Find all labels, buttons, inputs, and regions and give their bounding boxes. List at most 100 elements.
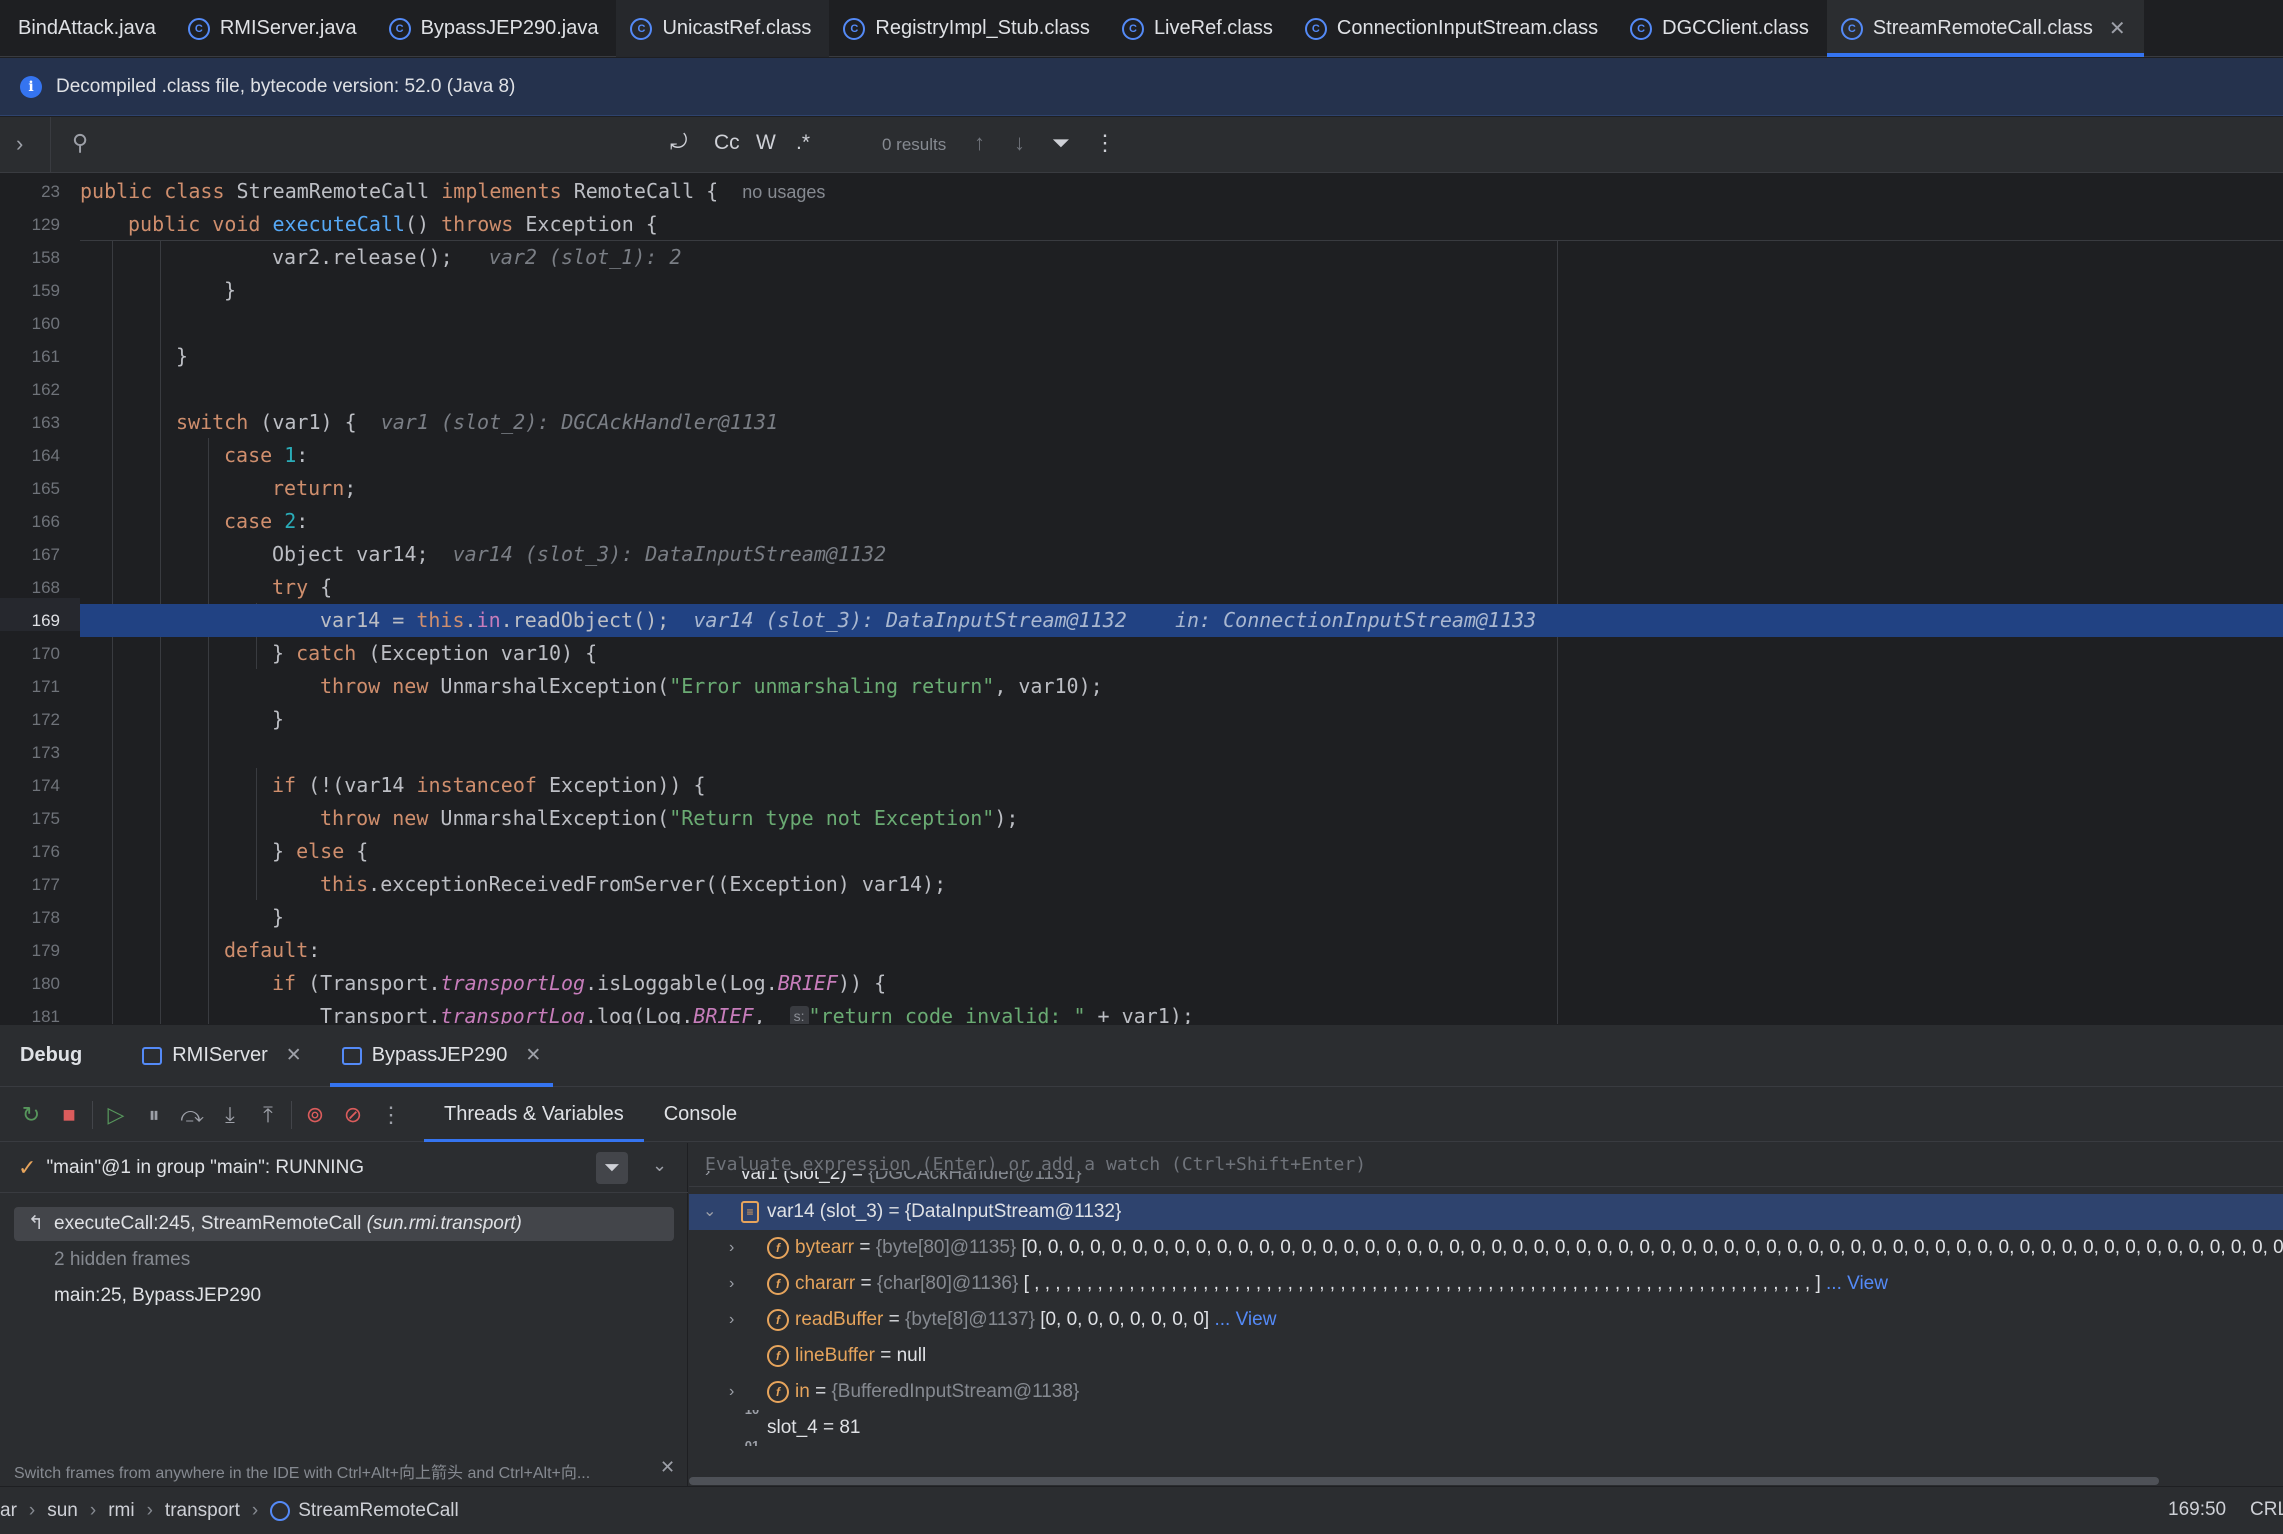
breadcrumb-item[interactable]: StreamRemoteCall <box>298 1500 459 1522</box>
horizontal-scrollbar[interactable] <box>689 1477 2159 1485</box>
tab-bindattack[interactable]: BindAttack.java <box>0 0 174 57</box>
line-number: 177 <box>31 875 60 894</box>
whole-words-button[interactable]: W <box>756 131 776 155</box>
step-out-icon[interactable]: ⤒ <box>249 1096 287 1134</box>
tab-threads-variables[interactable]: Threads & Variables <box>424 1088 644 1142</box>
tab-liveref[interactable]: C LiveRef.class <box>1108 0 1291 57</box>
code-line: if (!(var14 instanceof Exception)) { <box>272 773 706 797</box>
view-link[interactable]: ... View <box>1209 1309 1276 1330</box>
chevron-down-icon[interactable]: ⌄ <box>703 1194 716 1230</box>
search-input[interactable] <box>104 129 644 161</box>
tab-label: BindAttack.java <box>18 17 156 39</box>
code-line: } catch (Exception var10) { <box>272 641 598 665</box>
session-tab-bypassjep290[interactable]: BypassJEP290 ✕ <box>322 1025 562 1087</box>
rerun-icon[interactable]: ↻ <box>12 1096 50 1134</box>
class-file-icon: C <box>630 17 653 40</box>
breadcrumb-item[interactable]: ar <box>0 1500 17 1522</box>
stack-frame[interactable]: main:25, BypassJEP290 <box>14 1279 674 1313</box>
debug-value-hint: var2 (slot_1): 2 <box>488 245 682 269</box>
code-line: } <box>272 707 285 731</box>
frame-package: (sun.rmi.transport) <box>366 1213 522 1234</box>
chevron-right-icon[interactable]: › <box>729 1230 734 1266</box>
chevron-right-icon: › <box>89 1499 97 1521</box>
chevron-right-icon: › <box>251 1499 259 1521</box>
editor-tab-bar: BindAttack.java C RMIServer.java C Bypas… <box>0 0 2283 57</box>
step-into-icon[interactable]: ⤓ <box>211 1096 249 1134</box>
cursor-position[interactable]: 169:50 <box>2168 1499 2226 1521</box>
debug-value-hint: in: ConnectionInputStream@1133 <box>1174 608 1537 632</box>
tab-registryimpl-stub[interactable]: C RegistryImpl_Stub.class <box>829 0 1108 57</box>
stop-icon[interactable]: ■ <box>50 1096 88 1134</box>
line-separator[interactable]: CRL <box>2250 1499 2283 1521</box>
pause-icon[interactable]: ⏸ <box>135 1096 173 1134</box>
stack-frame[interactable]: ↰ executeCall:245, StreamRemoteCall (sun… <box>14 1207 674 1241</box>
frames-hint-text: Switch frames from anywhere in the IDE w… <box>14 1465 591 1482</box>
usages-hint[interactable]: no usages <box>742 182 825 202</box>
code-line: } <box>224 278 237 302</box>
breadcrumb-item[interactable]: transport <box>165 1500 240 1522</box>
tab-label: RegistryImpl_Stub.class <box>875 17 1090 39</box>
code-line: default: <box>224 938 321 962</box>
close-icon[interactable]: ✕ <box>525 1044 541 1067</box>
tab-rmiserver[interactable]: C RMIServer.java <box>174 0 375 57</box>
variable-row[interactable]: › f bytearr = {byte[80]@1135} [0, 0, 0, … <box>689 1230 2283 1266</box>
variable-row[interactable]: f lineBuffer = null <box>689 1338 2283 1374</box>
line-number: 168 <box>31 578 60 597</box>
close-icon[interactable]: ✕ <box>2109 16 2126 41</box>
breadcrumb-item[interactable]: sun <box>47 1500 78 1522</box>
line-number: 166 <box>31 512 60 531</box>
resume-icon[interactable]: ▷ <box>97 1096 135 1134</box>
breadcrumb-item[interactable]: rmi <box>108 1500 134 1522</box>
tab-streamremotecall[interactable]: C StreamRemoteCall.class ✕ <box>1826 0 2144 57</box>
tab-dgcclient[interactable]: C DGCClient.class <box>1616 0 1827 57</box>
variable-row[interactable]: › f readBuffer = {byte[8]@1137} [0, 0, 0… <box>689 1302 2283 1338</box>
more-options-icon[interactable]: ⋮ <box>1094 130 1116 156</box>
variable-row[interactable]: › f chararr = {char[80]@1136} [ , , , , … <box>689 1266 2283 1302</box>
arrow-up-icon[interactable]: ↑ <box>974 130 985 156</box>
close-icon[interactable]: ✕ <box>660 1457 675 1478</box>
tab-unicastref[interactable]: C UnicastRef.class <box>616 0 830 57</box>
match-case-button[interactable]: Cc <box>714 131 740 155</box>
arrow-down-icon[interactable]: ↓ <box>1014 130 1025 156</box>
thread-name: "main"@1 in group "main": RUNNING <box>46 1156 365 1178</box>
variable-row[interactable]: › f in = {BufferedInputStream@1138} <box>689 1374 2283 1410</box>
line-number: 171 <box>31 677 60 696</box>
line-number: 23 <box>41 182 60 201</box>
code-area[interactable]: public class StreamRemoteCall implements… <box>80 174 2283 1024</box>
field-icon: f <box>767 1345 789 1367</box>
step-over-icon[interactable]: ⤼ <box>173 1096 211 1134</box>
return-arrow-icon: ↰ <box>28 1213 44 1234</box>
filter-icon[interactable]: ⏷ <box>1052 130 1070 156</box>
line-number: 167 <box>31 545 60 564</box>
tab-connectioninputstream[interactable]: C ConnectionInputStream.class <box>1291 0 1616 57</box>
tab-bypassjep290[interactable]: C BypassJEP290.java <box>375 0 617 57</box>
chevron-right-icon[interactable]: › <box>705 1171 710 1180</box>
more-options-icon[interactable]: ⋮ <box>372 1096 410 1134</box>
thread-selector[interactable]: ✓ "main"@1 in group "main": RUNNING ⏷ ⌄ <box>0 1143 688 1193</box>
view-breakpoints-icon[interactable]: ⊚ <box>296 1096 334 1134</box>
replace-toggle-icon[interactable]: ⤾ <box>670 131 688 155</box>
code-editor[interactable]: 23 129 158 159 160 161 162 163 164 165 1… <box>0 174 2283 1024</box>
session-tab-rmiserver[interactable]: RMIServer ✕ <box>122 1025 322 1087</box>
mute-breakpoints-icon[interactable]: ⊘ <box>334 1096 372 1134</box>
divider <box>291 1100 292 1129</box>
chevron-down-icon[interactable]: ⌄ <box>652 1155 667 1176</box>
chevron-right-icon[interactable]: › <box>729 1374 734 1410</box>
search-icon[interactable]: ⚲ <box>72 130 88 156</box>
variable-row[interactable]: ⌄ ≡ var14 (slot_3) = {DataInputStream@11… <box>689 1194 2283 1230</box>
search-results-count: 0 results <box>882 135 947 154</box>
code-line: case 1: <box>224 443 309 467</box>
variable-row[interactable]: 1001 slot_4 = 81 <box>689 1410 2283 1446</box>
line-number: 162 <box>31 380 60 399</box>
chevron-right-icon[interactable]: › <box>16 131 23 157</box>
variable-row[interactable]: › var1 (slot_2) = {DGCAckHandler@1131} <box>689 1171 2283 1193</box>
view-link[interactable]: ... View <box>1821 1273 1888 1294</box>
chevron-right-icon[interactable]: › <box>729 1266 734 1302</box>
tab-console[interactable]: Console <box>644 1088 757 1142</box>
chevron-right-icon[interactable]: › <box>729 1302 734 1338</box>
class-file-icon: C <box>843 17 866 40</box>
filter-icon[interactable]: ⏷ <box>596 1152 628 1184</box>
regex-button[interactable]: .* <box>796 131 810 155</box>
hidden-frames[interactable]: 2 hidden frames <box>14 1243 674 1277</box>
close-icon[interactable]: ✕ <box>286 1044 302 1067</box>
